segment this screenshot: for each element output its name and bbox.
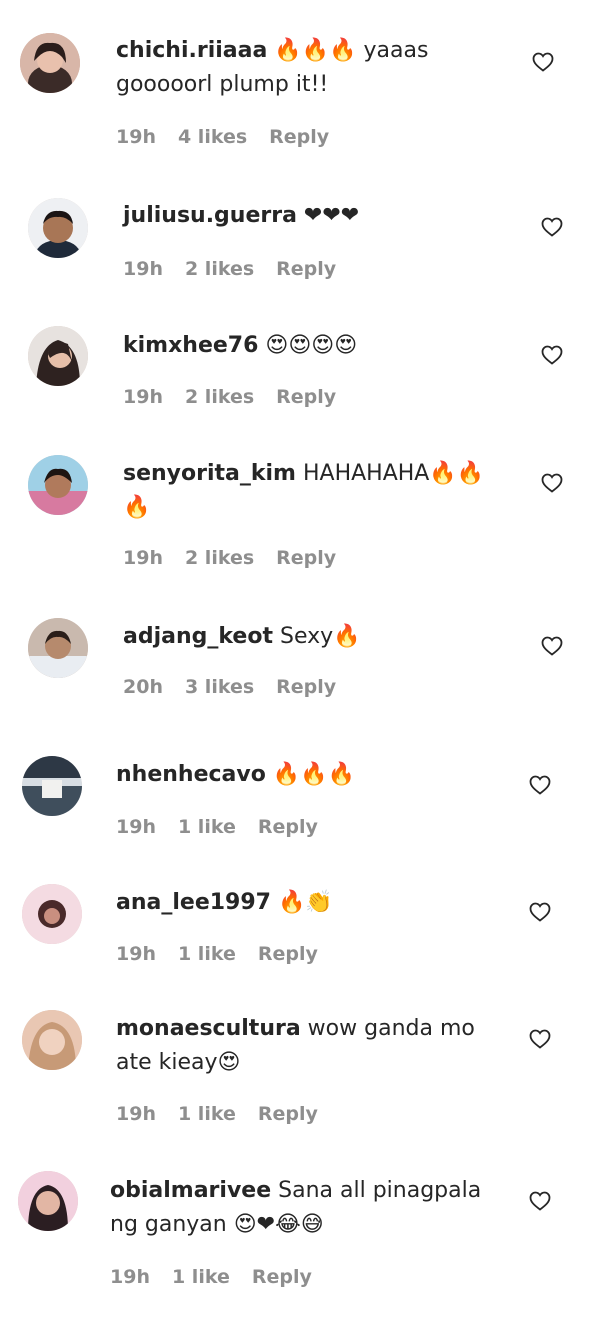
heart-outline-icon[interactable] xyxy=(540,634,564,658)
comment-text: ana_lee1997 🔥👏 xyxy=(116,886,526,920)
comment-text: nhenhecavo 🔥🔥🔥 xyxy=(116,758,526,792)
avatar[interactable] xyxy=(22,756,82,816)
comment-content: ❤❤❤ xyxy=(296,203,360,228)
avatar[interactable] xyxy=(28,326,88,386)
comment-likes[interactable]: 1 like xyxy=(178,1103,236,1125)
comment-time: 19h xyxy=(116,1103,156,1125)
comment-username[interactable]: obialmarivee xyxy=(110,1178,271,1203)
comment-username[interactable]: juliusu.guerra xyxy=(123,203,297,228)
reply-button[interactable]: Reply xyxy=(276,386,336,408)
comment-likes[interactable]: 2 likes xyxy=(185,258,254,280)
comment-likes[interactable]: 1 like xyxy=(178,816,236,838)
comment-time: 19h xyxy=(123,547,163,569)
comment-likes[interactable]: 2 likes xyxy=(185,386,254,408)
comment-meta: 19h 4 likes Reply xyxy=(116,126,351,148)
comment-text: monaescultura wow ganda mo ate kieay😍 xyxy=(116,1012,486,1080)
comment-username[interactable]: kimxhee76 xyxy=(123,333,258,358)
comment-time: 19h xyxy=(116,126,156,148)
comment-meta: 20h 3 likes Reply xyxy=(123,676,358,698)
heart-outline-icon[interactable] xyxy=(528,900,552,924)
comment-likes[interactable]: 4 likes xyxy=(178,126,247,148)
reply-button[interactable]: Reply xyxy=(269,126,329,148)
comment-likes[interactable]: 3 likes xyxy=(185,676,254,698)
reply-button[interactable]: Reply xyxy=(276,258,336,280)
comment-text: chichi.riiaaa 🔥🔥🔥 yaaas gooooorl plump i… xyxy=(116,34,526,102)
comment-username[interactable]: adjang_keot xyxy=(123,624,273,649)
comment-text: senyorita_kim HAHAHAHA🔥🔥🔥 xyxy=(123,457,503,525)
avatar[interactable] xyxy=(22,884,82,944)
heart-outline-icon[interactable] xyxy=(528,1027,552,1051)
avatar[interactable] xyxy=(28,455,88,515)
comment-content: 🔥🔥🔥 xyxy=(265,762,356,787)
comment-username[interactable]: chichi.riiaaa xyxy=(116,38,267,63)
comment-content: 🔥👏 xyxy=(270,890,333,915)
comment-meta: 19h 2 likes Reply xyxy=(123,386,358,408)
comment-username[interactable]: nhenhecavo xyxy=(116,762,266,787)
reply-button[interactable]: Reply xyxy=(276,547,336,569)
comment-text: adjang_keot Sexy🔥 xyxy=(123,620,533,654)
comment-meta: 19h 1 like Reply xyxy=(116,943,340,965)
avatar[interactable] xyxy=(28,198,88,258)
comment-meta: 19h 1 like Reply xyxy=(116,1103,340,1125)
comment-text: juliusu.guerra ❤❤❤ xyxy=(123,199,533,233)
avatar[interactable] xyxy=(18,1171,78,1231)
avatar[interactable] xyxy=(22,1010,82,1070)
heart-outline-icon[interactable] xyxy=(528,773,552,797)
comment-time: 19h xyxy=(110,1266,150,1288)
comment-username[interactable]: ana_lee1997 xyxy=(116,890,271,915)
comment-time: 19h xyxy=(123,386,163,408)
heart-outline-icon[interactable] xyxy=(540,471,564,495)
avatar[interactable] xyxy=(28,618,88,678)
comment-meta: 19h 1 like Reply xyxy=(116,816,340,838)
comment-time: 19h xyxy=(116,816,156,838)
comment-content: Sexy🔥 xyxy=(272,624,361,649)
reply-button[interactable]: Reply xyxy=(258,816,318,838)
comment-username[interactable]: monaescultura xyxy=(116,1016,301,1041)
comment-time: 19h xyxy=(123,258,163,280)
comment-text: kimxhee76 😍😍😍😍 xyxy=(123,329,533,363)
reply-button[interactable]: Reply xyxy=(258,1103,318,1125)
comment-username[interactable]: senyorita_kim xyxy=(123,461,296,486)
heart-outline-icon[interactable] xyxy=(531,50,555,74)
reply-button[interactable]: Reply xyxy=(258,943,318,965)
reply-button[interactable]: Reply xyxy=(252,1266,312,1288)
comment-text: obialmarivee Sana all pinagpala ng ganya… xyxy=(110,1174,500,1242)
comment-meta: 19h 2 likes Reply xyxy=(123,547,358,569)
comment-likes[interactable]: 1 like xyxy=(172,1266,230,1288)
comment-meta: 19h 1 like Reply xyxy=(110,1266,334,1288)
heart-outline-icon[interactable] xyxy=(540,343,564,367)
comment-time: 19h xyxy=(116,943,156,965)
comment-content: 😍😍😍😍 xyxy=(258,333,358,358)
avatar[interactable] xyxy=(20,33,80,93)
heart-outline-icon[interactable] xyxy=(540,215,564,239)
comment-likes[interactable]: 1 like xyxy=(178,943,236,965)
comment-likes[interactable]: 2 likes xyxy=(185,547,254,569)
heart-outline-icon[interactable] xyxy=(528,1189,552,1213)
comment-time: 20h xyxy=(123,676,163,698)
comment-meta: 19h 2 likes Reply xyxy=(123,258,358,280)
reply-button[interactable]: Reply xyxy=(276,676,336,698)
